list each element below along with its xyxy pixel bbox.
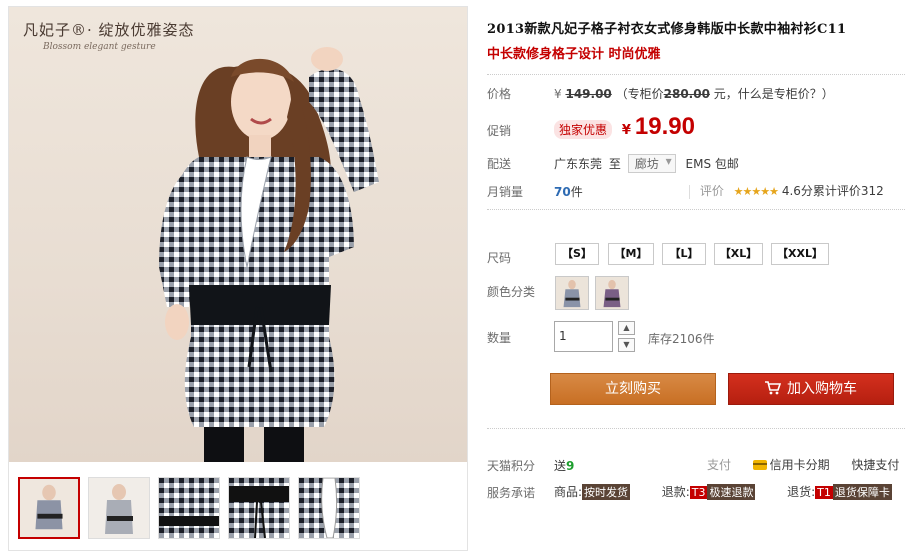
ship-from: 广东东莞: [554, 157, 603, 171]
currency-symbol: ¥: [554, 87, 562, 101]
thumbnail-image: [299, 478, 359, 538]
add-to-cart-button[interactable]: 加入购物车: [728, 373, 894, 405]
promo-badge: 独家优惠: [554, 120, 613, 139]
counter-price: 280.00: [663, 87, 710, 101]
shipping-row: 广东东莞 至 廊坊 EMS 包邮: [554, 154, 739, 173]
size-option-m[interactable]: 【M】: [608, 243, 654, 265]
color-label: 颜色分类: [487, 285, 536, 299]
color-swatch-2[interactable]: [595, 276, 629, 310]
color-swatch-1[interactable]: [555, 276, 589, 310]
return-code-badge: T1: [815, 486, 833, 499]
thumbnail-1[interactable]: [18, 477, 80, 539]
review-label: 评价: [699, 184, 724, 198]
sales-unit: 件: [570, 185, 583, 199]
points-row: 送9: [554, 457, 574, 474]
promise-row: 商品: 按时发货 退款: T3 极速退款 退货: T1 退货保障卡: [554, 483, 892, 500]
product-subtitle: 中长款修身格子设计 时尚优雅: [487, 47, 661, 62]
promo-price: 19.90: [634, 113, 695, 140]
points-label: 天猫积分: [487, 459, 536, 473]
payment-label: 支付: [707, 458, 732, 472]
quick-pay[interactable]: 快捷支付: [851, 458, 899, 472]
ship-destination-select[interactable]: 廊坊: [627, 154, 676, 173]
thumbnail-4[interactable]: [228, 477, 290, 539]
counter-price-help-link[interactable]: 什么是专柜价？: [738, 87, 822, 101]
product-title: 2013新款凡妃子格子衬衣女式修身韩版中长款中袖衬衫C11: [487, 22, 847, 37]
review-count-link[interactable]: 4.6分累计评价312: [782, 184, 884, 198]
price-row: ¥ 149.00 （专柜价280.00 元，什么是专柜价？）: [554, 85, 834, 102]
color-swatch-image: [556, 277, 588, 309]
sales-label: 月销量: [487, 185, 524, 199]
refund-code-badge: T3: [689, 486, 708, 499]
product-info: 2013新款凡妃子格子衬衣女式修身韩版中长款中袖衬衫C11 中长款修身格子设计 …: [487, 0, 906, 551]
promo-row: 独家优惠 ¥19.90: [554, 113, 695, 141]
return-label: 退货:: [787, 485, 816, 499]
counter-price-suffix: 元，: [713, 87, 738, 101]
star-rating-icon: ★★★★★: [733, 185, 779, 198]
size-label: 尺码: [487, 251, 512, 265]
model-illustration: [159, 47, 379, 462]
stock-count: 库存2106件: [648, 332, 715, 346]
thumbnail-5[interactable]: [298, 477, 360, 539]
quantity-input[interactable]: 1: [554, 321, 613, 352]
shipping-label: 配送: [487, 157, 512, 171]
credit-card-icon: [752, 460, 767, 470]
thumbnail-2[interactable]: [88, 477, 150, 539]
on-time-shipping-badge[interactable]: 按时发货: [582, 484, 631, 500]
size-option-l[interactable]: 【L】: [662, 243, 706, 265]
ship-to-word: 至: [608, 157, 621, 171]
points-value: 9: [566, 459, 575, 473]
thumbnail-image: [89, 478, 149, 538]
counter-price-prefix: （专柜价: [615, 87, 664, 101]
thumbnail-image: [20, 479, 78, 537]
buy-now-button[interactable]: 立刻购买: [550, 373, 716, 405]
counter-price-close: ）: [821, 87, 834, 101]
thumbnail-image: [229, 478, 289, 538]
color-swatch-image: [596, 277, 628, 309]
add-to-cart-label: 加入购物车: [787, 381, 857, 397]
cart-icon: [765, 381, 782, 395]
size-option-xl[interactable]: 【XL】: [714, 243, 763, 265]
divider: [689, 184, 690, 199]
thumbnail-strip: [9, 469, 467, 549]
refund-label: 退款:: [661, 485, 690, 499]
promise-label: 服务承诺: [487, 486, 536, 500]
sales-count: 70件: [554, 183, 583, 200]
promo-currency: ¥: [621, 123, 631, 138]
thumbnail-3[interactable]: [158, 477, 220, 539]
price-label: 价格: [487, 87, 512, 101]
sales-number: 70: [554, 185, 571, 199]
thumbnail-image: [159, 478, 219, 538]
ship-method: EMS 包邮: [685, 157, 739, 171]
quantity-increase-button[interactable]: ▲: [618, 321, 635, 335]
promo-label: 促销: [487, 124, 512, 138]
original-price: 149.00: [565, 87, 612, 101]
main-product-photo[interactable]: 凡妃子®· 绽放优雅姿态 Blossom elegant gesture: [9, 7, 467, 462]
goods-label: 商品:: [554, 485, 583, 499]
return-guarantee-badge[interactable]: 退货保障卡: [832, 484, 892, 500]
size-option-s[interactable]: 【S】: [555, 243, 599, 265]
quantity-decrease-button[interactable]: ▼: [618, 338, 635, 352]
size-option-xxl[interactable]: 【XXL】: [771, 243, 829, 265]
payment-row: 支付 信用卡分期 快捷支付: [707, 456, 899, 473]
product-gallery: 凡妃子®· 绽放优雅姿态 Blossom elegant gesture: [8, 6, 468, 551]
points-prefix: 送: [554, 459, 567, 473]
credit-installment[interactable]: 信用卡分期: [770, 458, 830, 472]
quantity-label: 数量: [487, 331, 512, 345]
review-summary: 评价 ★★★★★ 4.6分累计评价312: [683, 182, 884, 199]
fast-refund-badge[interactable]: 极速退款: [707, 484, 756, 500]
